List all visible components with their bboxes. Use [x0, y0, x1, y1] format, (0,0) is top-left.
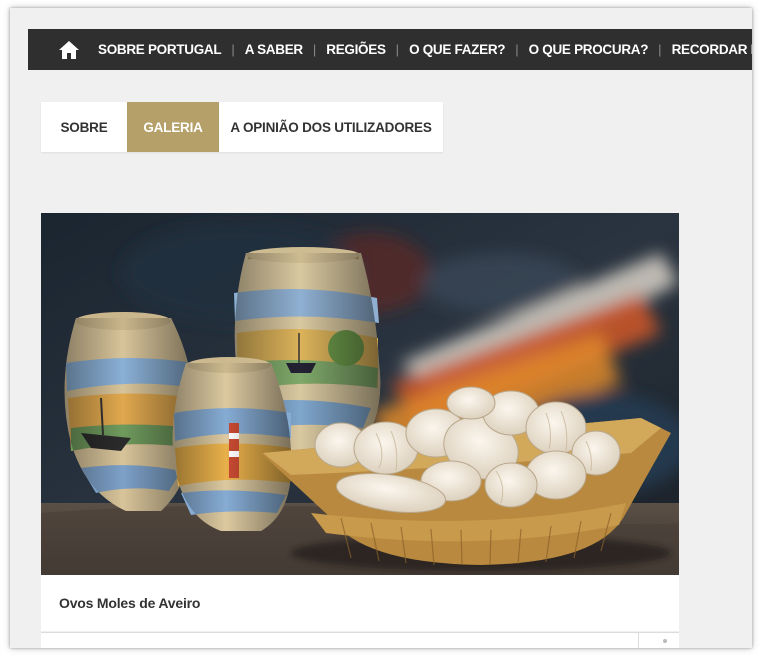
gallery-image[interactable]	[41, 213, 679, 575]
top-navigation: SOBRE PORTUGAL | A SABER | REGIÕES | O Q…	[28, 29, 752, 70]
nav-item-o-que-fazer[interactable]: O QUE FAZER?	[409, 42, 505, 57]
nav-item-regioes[interactable]: REGIÕES	[326, 42, 386, 57]
tab-opiniao-utilizadores[interactable]: A OPINIÃO DOS UTILIZADORES	[219, 102, 443, 152]
nav-item-recordar-e-partilhar[interactable]: RECORDAR E PARTILHAR	[672, 42, 752, 57]
nav-item-a-saber[interactable]: A SABER	[245, 42, 303, 57]
nav-separator: |	[231, 42, 235, 57]
nav-item-sobre-portugal[interactable]: SOBRE PORTUGAL	[98, 42, 222, 57]
gallery-caption: Ovos Moles de Aveiro	[41, 575, 679, 631]
home-icon[interactable]	[58, 40, 80, 60]
footer-divider	[638, 633, 639, 648]
tab-galeria[interactable]: GALERIA	[127, 102, 219, 152]
nav-separator: |	[515, 42, 519, 57]
content-tabs: SOBRE GALERIA A OPINIÃO DOS UTILIZADORES	[41, 102, 443, 152]
nav-item-o-que-procura[interactable]: O QUE PROCURA?	[529, 42, 649, 57]
caption-text: Ovos Moles de Aveiro	[59, 595, 201, 611]
more-icon[interactable]	[663, 639, 667, 643]
page-frame: SOBRE PORTUGAL | A SABER | REGIÕES | O Q…	[10, 8, 752, 648]
gallery-photo-art	[41, 213, 679, 575]
caption-footer	[41, 632, 679, 648]
nav-separator: |	[658, 42, 662, 57]
nav-separator: |	[395, 42, 400, 57]
nav-separator: |	[312, 42, 317, 57]
tab-sobre[interactable]: SOBRE	[41, 102, 127, 152]
